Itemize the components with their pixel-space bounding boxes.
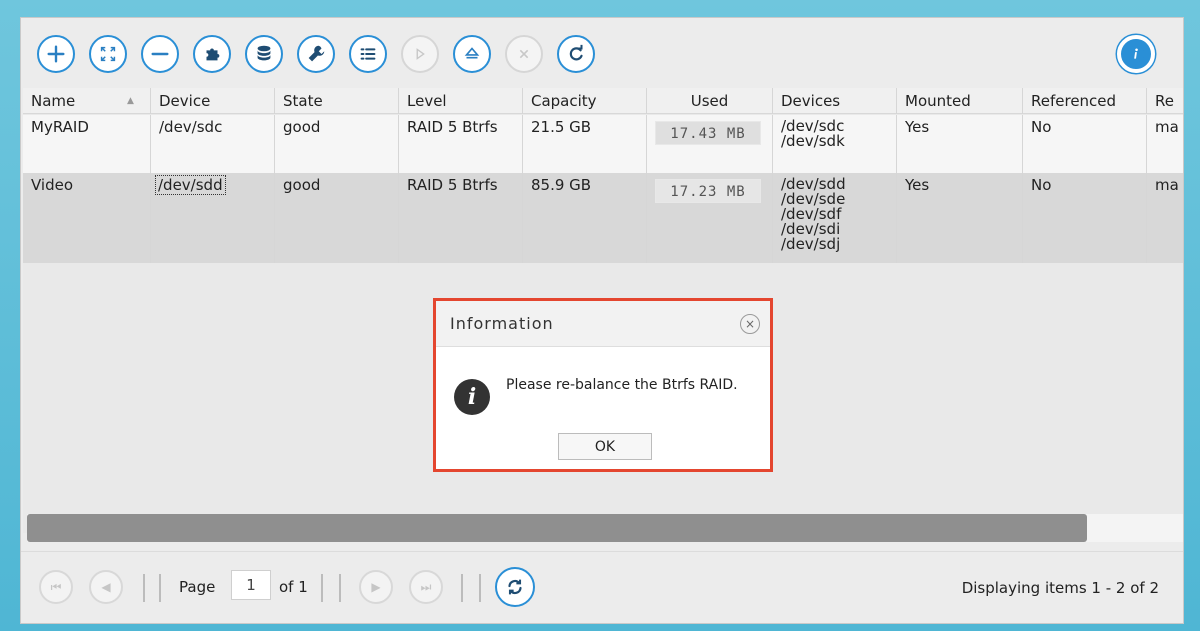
close-icon (519, 49, 529, 59)
horizontal-scrollbar[interactable] (27, 514, 1183, 542)
cell-referenced: No (1023, 173, 1147, 263)
eject-button[interactable] (453, 35, 491, 73)
table-header: Name ▲ Device State Level Capacity Used D… (23, 88, 1183, 114)
column-header-device[interactable]: Device (151, 88, 275, 114)
page-count-label: of 1 (279, 578, 308, 596)
cell-name: MyRAID (23, 115, 151, 173)
plugin-button[interactable] (193, 35, 231, 73)
database-button[interactable] (245, 35, 283, 73)
cell-re: ma (1147, 173, 1183, 263)
next-page-icon: ▶ (371, 580, 381, 594)
column-header-re[interactable]: Re (1147, 88, 1183, 114)
first-page-icon: ⏮ (50, 579, 62, 594)
display-count-text: Displaying items 1 - 2 of 2 (961, 579, 1159, 597)
ok-button[interactable]: OK (558, 433, 652, 460)
focused-cell-value: /dev/sdd (155, 175, 226, 195)
cell-state: good (275, 173, 399, 263)
cell-capacity: 21.5 GB (523, 115, 647, 173)
info-button[interactable] (1117, 35, 1155, 73)
cell-name: Video (23, 173, 151, 263)
column-header-devices[interactable]: Devices (773, 88, 897, 114)
cell-state: good (275, 115, 399, 173)
refresh-icon (569, 44, 583, 61)
column-header-referenced[interactable]: Referenced (1023, 88, 1147, 114)
last-page-icon: ⏭ (420, 579, 432, 594)
cell-devices: /dev/sdc /dev/sdk (773, 115, 897, 173)
cell-device: /dev/sdc (151, 115, 275, 173)
wrench-icon (308, 45, 325, 62)
info-icon (1127, 45, 1145, 63)
column-header-capacity[interactable]: Capacity (523, 88, 647, 114)
minus-icon (151, 52, 169, 56)
scrollbar-thumb[interactable] (27, 514, 1087, 542)
last-page-button[interactable]: ⏭ (409, 570, 443, 604)
raid-manager-window: Name ▲ Device State Level Capacity Used D… (20, 17, 1184, 624)
page-label: Page (179, 578, 216, 596)
divider (479, 574, 481, 602)
play-icon (416, 48, 425, 60)
cell-used: 17.43 MB (647, 115, 773, 173)
used-value: 17.43 MB (655, 121, 761, 145)
dialog-header: Information × (436, 301, 770, 347)
list-icon (360, 48, 376, 60)
divider (159, 574, 161, 602)
play-button[interactable] (401, 35, 439, 73)
column-header-level[interactable]: Level (399, 88, 523, 114)
close-icon[interactable]: × (740, 314, 760, 334)
cell-mounted: Yes (897, 173, 1023, 263)
dialog-message: Please re-balance the Btrfs RAID. (506, 377, 738, 393)
cell-level: RAID 5 Btrfs (399, 173, 523, 263)
prev-page-button[interactable]: ◀ (89, 570, 123, 604)
database-icon (257, 45, 271, 61)
puzzle-icon (206, 48, 220, 61)
column-header-mounted[interactable]: Mounted (897, 88, 1023, 114)
cell-mounted: Yes (897, 115, 1023, 173)
divider (461, 574, 463, 602)
plus-icon (47, 45, 65, 63)
divider (339, 574, 341, 602)
cell-used: 17.23 MB (647, 173, 773, 263)
device-path: /dev/sdj (781, 235, 841, 253)
next-page-button[interactable]: ▶ (359, 570, 393, 604)
table-row[interactable]: Video /dev/sdd good RAID 5 Btrfs 85.9 GB… (23, 173, 1183, 263)
prev-page-icon: ◀ (101, 580, 111, 594)
column-header-name[interactable]: Name ▲ (23, 88, 151, 114)
cell-re: ma (1147, 115, 1183, 173)
details-button[interactable] (349, 35, 387, 73)
column-header-used[interactable]: Used (647, 88, 773, 114)
first-page-button[interactable]: ⏮ (39, 570, 73, 604)
info-icon: i (454, 379, 490, 415)
device-path: /dev/sdk (781, 132, 845, 150)
divider (321, 574, 323, 602)
refresh-icon (508, 579, 522, 595)
cell-device: /dev/sdd (151, 173, 275, 263)
add-button[interactable] (37, 35, 75, 73)
remove-button[interactable] (141, 35, 179, 73)
used-value: 17.23 MB (655, 179, 761, 203)
cancel-button[interactable] (505, 35, 543, 73)
cell-level: RAID 5 Btrfs (399, 115, 523, 173)
divider (143, 574, 145, 602)
table-row[interactable]: MyRAID /dev/sdc good RAID 5 Btrfs 21.5 G… (23, 115, 1183, 173)
column-header-state[interactable]: State (275, 88, 399, 114)
expand-icon (100, 46, 116, 62)
dialog-title: Information (450, 314, 554, 333)
sort-asc-icon: ▲ (127, 96, 134, 106)
cell-devices: /dev/sdd /dev/sde /dev/sdf /dev/sdi /dev… (773, 173, 897, 263)
expand-button[interactable] (89, 35, 127, 73)
pagination-bar: ⏮ ◀ Page of 1 ▶ ⏭ Displaying items 1 - 2… (21, 551, 1183, 623)
eject-icon (464, 47, 480, 59)
pager-refresh-button[interactable] (495, 567, 535, 607)
cell-capacity: 85.9 GB (523, 173, 647, 263)
information-dialog: Information × i Please re-balance the Bt… (433, 298, 773, 472)
page-number-input[interactable] (231, 570, 271, 600)
refresh-button[interactable] (557, 35, 595, 73)
settings-button[interactable] (297, 35, 335, 73)
toolbar (21, 18, 1183, 88)
cell-referenced: No (1023, 115, 1147, 173)
